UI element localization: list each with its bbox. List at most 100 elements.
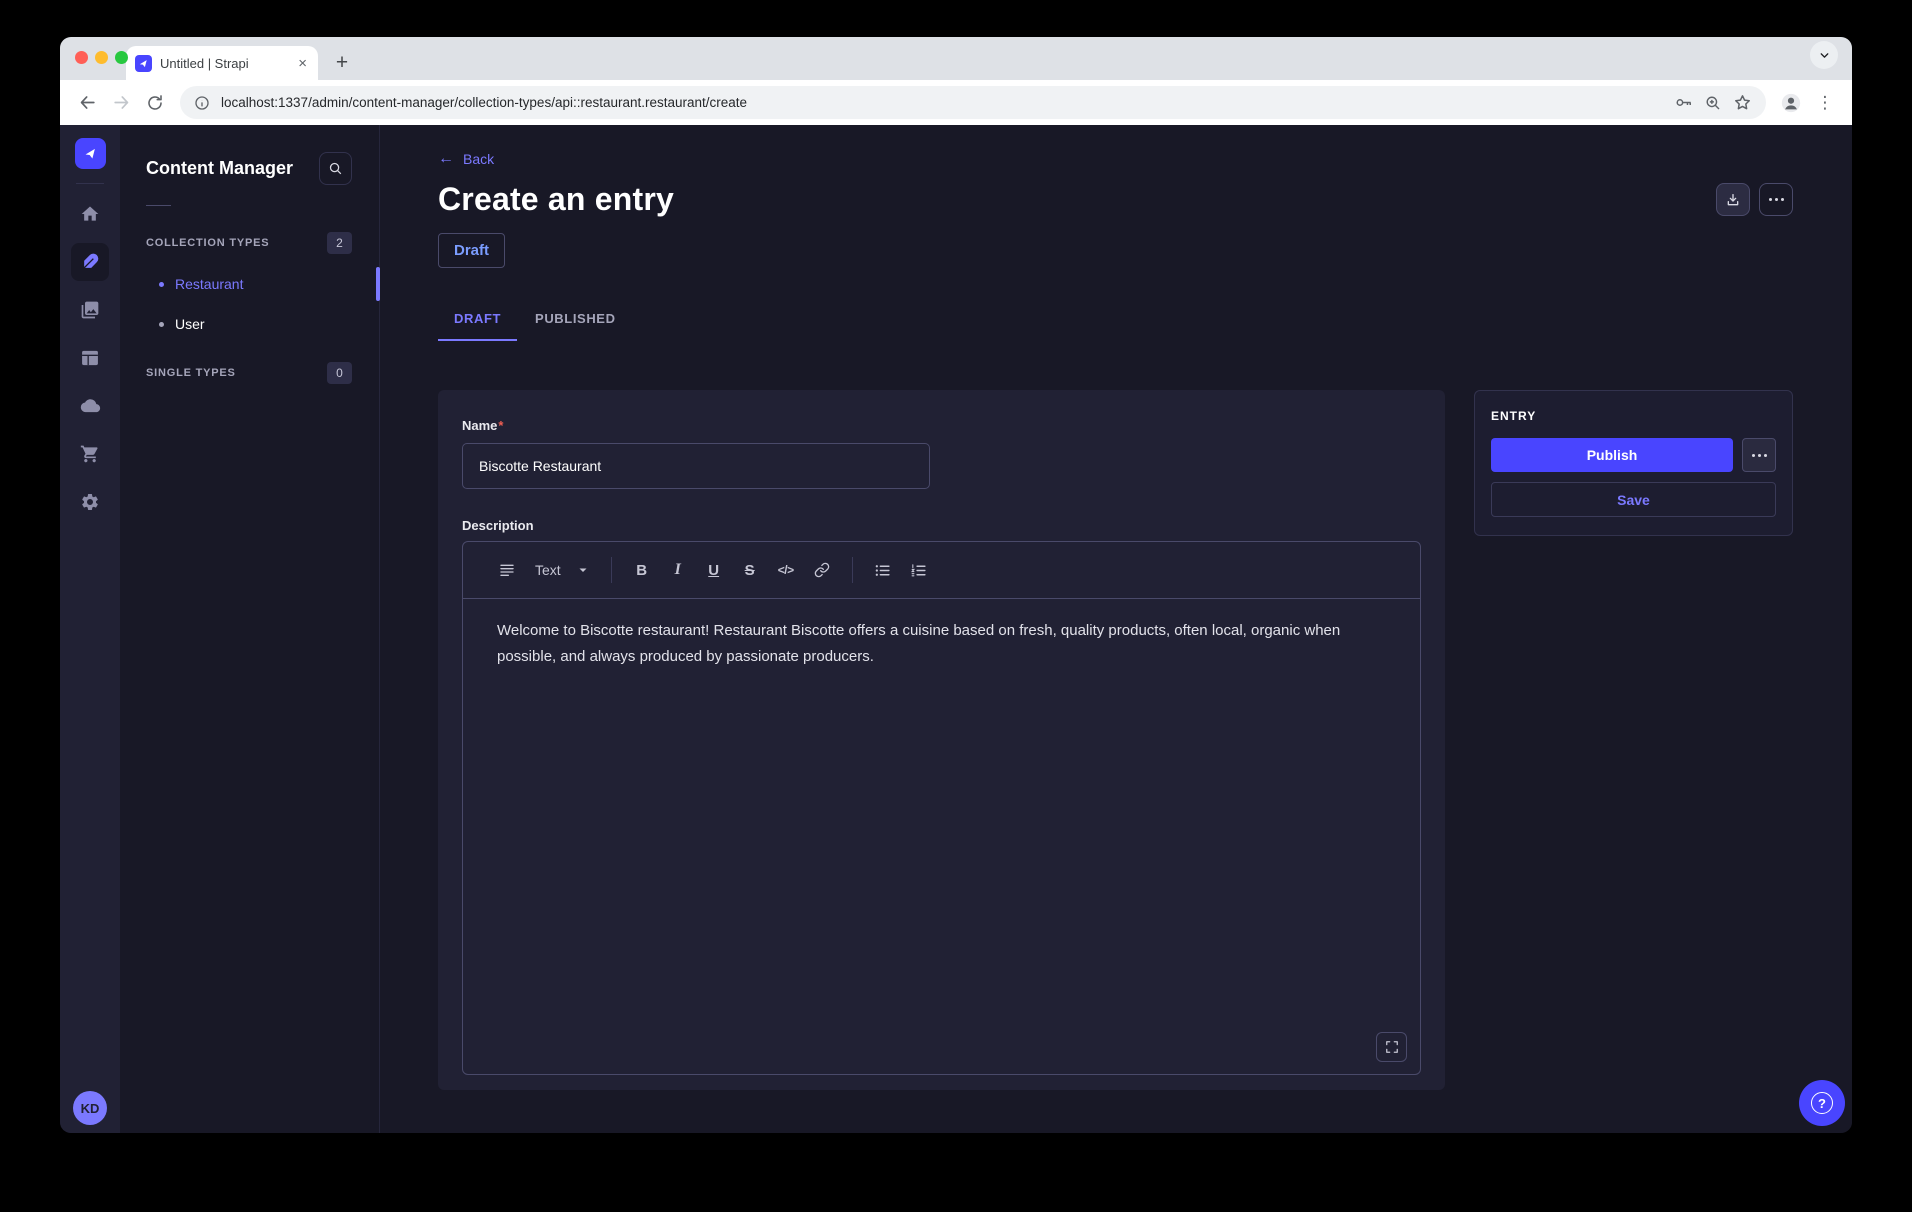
rail-divider	[76, 183, 104, 184]
save-button[interactable]: Save	[1491, 482, 1776, 517]
reload-icon	[146, 94, 164, 112]
active-indicator-bar	[376, 267, 380, 301]
name-input[interactable]	[462, 443, 930, 489]
reload-button[interactable]	[138, 86, 172, 120]
tab-close-icon[interactable]: ×	[296, 54, 309, 73]
password-key-icon[interactable]	[1674, 93, 1693, 112]
bold-button[interactable]: B	[627, 554, 657, 586]
numbered-list-icon	[910, 562, 927, 579]
subnav-divider	[146, 205, 171, 206]
browser-window: Untitled | Strapi × + localhost:1337/adm…	[60, 37, 1852, 1133]
block-type-select[interactable]: Text	[525, 562, 599, 578]
single-types-count-badge: 0	[327, 362, 352, 384]
back-arrow-icon	[78, 93, 97, 112]
collection-types-label: COLLECTION TYPES	[146, 237, 269, 249]
site-info-icon[interactable]	[194, 95, 210, 111]
subnav-search-button[interactable]	[319, 152, 352, 185]
collection-types-section-header: COLLECTION TYPES 2	[120, 220, 379, 264]
entry-more-button[interactable]	[1742, 438, 1776, 472]
back-arrow-icon: ←	[438, 151, 454, 167]
bulleted-list-icon	[874, 562, 891, 579]
toolbar-divider	[852, 557, 853, 583]
nav-media-library-button[interactable]	[71, 291, 109, 329]
main-nav-rail: KD	[60, 125, 120, 1133]
tab-published[interactable]: PUBLISHED	[519, 298, 632, 341]
profile-button[interactable]	[1774, 86, 1808, 120]
expand-editor-button[interactable]	[1376, 1032, 1407, 1062]
publish-button[interactable]: Publish	[1491, 438, 1733, 472]
entry-form-card: Name* Description Text	[438, 390, 1445, 1090]
align-icon	[499, 562, 515, 578]
strapi-logo-icon	[83, 146, 98, 161]
underline-button[interactable]: U	[699, 554, 729, 586]
richtext-editor: Text B I U S </>	[462, 541, 1421, 1075]
feather-pen-icon	[80, 252, 100, 272]
name-field-label: Name*	[462, 418, 503, 433]
tab-title: Untitled | Strapi	[160, 56, 288, 71]
sidebar-item-restaurant[interactable]: Restaurant	[120, 264, 379, 304]
back-button[interactable]	[70, 86, 104, 120]
single-types-section-header: SINGLE TYPES 0	[120, 350, 379, 394]
page-title: Create an entry	[438, 181, 674, 218]
back-link[interactable]: ← Back	[438, 151, 494, 167]
tab-draft[interactable]: DRAFT	[438, 298, 517, 341]
question-mark-icon: ?	[1811, 1092, 1833, 1114]
home-icon	[80, 204, 100, 224]
status-badge: Draft	[438, 233, 505, 268]
tab-search-chevron-button[interactable]	[1810, 41, 1838, 69]
tab-strip: Untitled | Strapi × +	[60, 37, 1852, 80]
person-icon	[1780, 92, 1802, 114]
single-types-label: SINGLE TYPES	[146, 367, 236, 379]
required-asterisk: *	[498, 418, 503, 433]
italic-button[interactable]: I	[663, 554, 693, 586]
gear-icon	[80, 492, 100, 512]
code-button[interactable]: </>	[771, 554, 801, 586]
browser-menu-button[interactable]: ⋮	[1808, 86, 1842, 120]
forward-arrow-icon	[112, 93, 131, 112]
url-bar[interactable]: localhost:1337/admin/content-manager/col…	[180, 86, 1766, 119]
forward-button[interactable]	[104, 86, 138, 120]
nav-marketplace-button[interactable]	[71, 435, 109, 473]
new-tab-button[interactable]: +	[328, 49, 356, 77]
ellipsis-icon	[1752, 454, 1767, 457]
nav-content-type-builder-button[interactable]	[71, 339, 109, 377]
strikethrough-button[interactable]: S	[735, 554, 765, 586]
collection-types-count-badge: 2	[327, 232, 352, 254]
minimize-window-button[interactable]	[95, 51, 108, 64]
content-manager-subnav: Content Manager COLLECTION TYPES 2 Resta…	[120, 125, 380, 1133]
export-download-button[interactable]	[1716, 183, 1750, 216]
editor-content[interactable]: Welcome to Biscotte restaurant! Restaura…	[463, 599, 1420, 1074]
link-button[interactable]	[807, 554, 837, 586]
strapi-app: KD Content Manager COLLECTION TYPES 2 Re…	[60, 125, 1852, 1133]
close-window-button[interactable]	[75, 51, 88, 64]
bulleted-list-button[interactable]	[868, 554, 898, 586]
browser-toolbar: localhost:1337/admin/content-manager/col…	[60, 80, 1852, 125]
search-icon	[328, 161, 343, 176]
nav-settings-button[interactable]	[71, 483, 109, 521]
bullet-icon	[159, 282, 164, 287]
link-icon	[814, 562, 830, 578]
shopping-cart-icon	[80, 444, 100, 464]
expand-icon	[1385, 1040, 1399, 1054]
chevron-down-icon	[577, 564, 589, 576]
numbered-list-button[interactable]	[904, 554, 934, 586]
header-more-button[interactable]	[1759, 183, 1793, 216]
nav-deploy-cloud-button[interactable]	[71, 387, 109, 425]
bookmark-star-icon[interactable]	[1733, 93, 1752, 112]
block-type-label: Text	[535, 562, 561, 578]
nav-content-manager-button[interactable]	[71, 243, 109, 281]
zoom-window-button[interactable]	[115, 51, 128, 64]
nav-home-button[interactable]	[71, 195, 109, 233]
help-button[interactable]: ?	[1799, 1080, 1845, 1126]
bullet-icon	[159, 322, 164, 327]
align-button[interactable]	[492, 554, 522, 586]
cloud-icon	[80, 396, 101, 417]
strapi-logo[interactable]	[75, 138, 106, 169]
browser-tab[interactable]: Untitled | Strapi ×	[126, 46, 318, 80]
subnav-title: Content Manager	[146, 158, 293, 179]
sidebar-item-user[interactable]: User	[120, 304, 379, 344]
zoom-in-icon[interactable]	[1704, 94, 1722, 112]
traffic-lights	[75, 51, 128, 64]
kebab-menu-icon: ⋮	[1817, 93, 1834, 113]
user-avatar[interactable]: KD	[73, 1091, 107, 1125]
